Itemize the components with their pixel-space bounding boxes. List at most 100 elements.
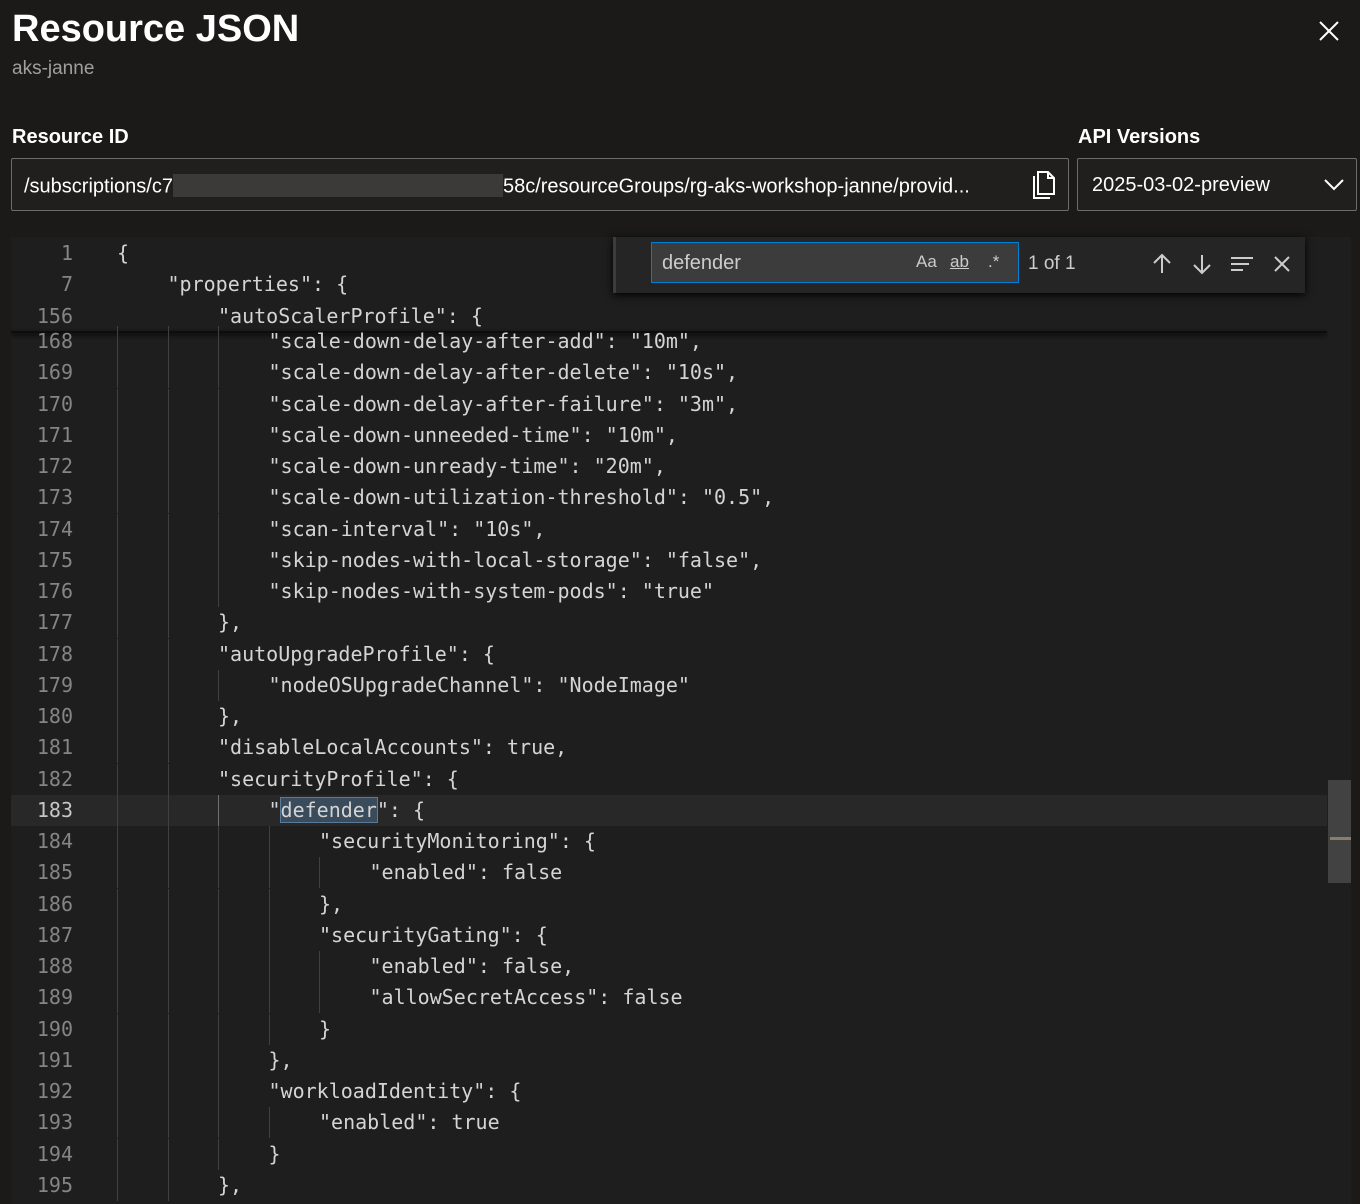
code-line[interactable]: 171 "scale-down-unneeded-time": "10m", [11,419,1327,451]
line-number: 193 [36,1110,73,1135]
line-number: 172 [36,454,73,478]
line-number: 195 [36,1172,73,1197]
indent-guide [218,419,219,451]
code-line[interactable]: 190} [11,1013,1327,1045]
scrollbar-thumb[interactable] [1328,780,1351,883]
resource-id-end: 58c/resourceGroups/rg-aks-workshop-janne… [502,175,970,198]
line-number: 169 [36,360,73,385]
code-line[interactable]: 180}, [11,701,1327,732]
regex-toggle[interactable]: .* [988,252,999,272]
find-in-selection-button[interactable] [1229,251,1255,277]
whole-word-toggle[interactable]: ab [950,252,969,272]
indent-guide [218,576,219,607]
line-number: 184 [36,829,73,853]
code-line[interactable]: 192 "workloadIdentity": { [11,1076,1327,1107]
code-line[interactable]: 170 "scale-down-delay-after-failure": "3m… [11,388,1327,420]
code-line[interactable]: 181 "disableLocalAccounts": true, [11,732,1327,764]
indent-guide [218,544,219,576]
code-text: "enabled": true [319,1110,500,1135]
code-line[interactable]: 177}, [11,607,1327,639]
indent-guide [167,357,169,389]
api-version-selected: 2025-03-02-preview [1092,174,1270,196]
code-text: "autoUpgradeProfile": { [218,641,495,666]
indent-guide [268,826,270,857]
code-text: "scale-down-unneeded-time": "10m", [268,422,678,447]
resource-id-value[interactable]: /subscriptions/c7 58c/resourceGroups/rg-a… [24,174,1024,200]
code-line[interactable]: 179 "nodeOSUpgradeChannel": "NodeImage" [11,669,1327,701]
find-input[interactable]: defender Aa ab .* [651,242,1019,283]
code-text: "scale-down-utilization-threshold": "0.5… [268,485,775,510]
indent-guide [218,388,219,420]
code-line[interactable]: 194} [11,1138,1327,1170]
line-number: 168 [36,329,73,353]
indent-guide [167,576,169,607]
indent-guide [218,1138,219,1170]
code-text: "defender": { [268,796,426,823]
code-line[interactable]: 185 "enabled": false [11,857,1327,889]
indent-guide [167,982,169,1014]
code-line[interactable]: 169 "scale-down-delay-after-delete": "10s… [11,357,1327,389]
previous-match-button[interactable] [1149,251,1175,277]
code-line[interactable]: 193 "enabled": true [11,1107,1327,1139]
line-number: 176 [36,579,73,603]
close-find-button[interactable] [1269,251,1295,277]
indent-guide [167,1076,169,1107]
line-number: 187 [36,922,73,947]
code-line[interactable]: 172 "scale-down-unready-time": "20m", [11,451,1327,482]
code-line[interactable]: 173 "scale-down-utilization-threshold": "… [11,482,1327,514]
match-case-toggle[interactable]: Aa [916,252,937,272]
indent-guide [167,388,169,420]
copy-icon [1033,171,1055,199]
indent-guide [167,544,169,576]
code-line[interactable]: 182 "securityProfile": { [11,763,1327,795]
code-text: "scale-down-delay-after-add": "10m", [268,329,702,353]
match-count: 1 of 1 [1028,253,1076,274]
json-editor[interactable]: 1{7 "properties": {156 "autoScalerProfile"… [11,237,1351,1204]
page-title: Resource JSON [12,8,300,50]
indent-guide [218,888,219,920]
code-line[interactable]: 184 "securityMonitoring": { [11,826,1327,857]
code-line[interactable]: 175 "skip-nodes-with-local-storage": "fal… [11,544,1327,576]
code-text: "properties": { [167,272,349,297]
indent-guide [218,326,219,357]
next-match-button[interactable] [1189,251,1215,277]
close-button[interactable] [1312,14,1346,48]
code-line[interactable]: 183 "defender": { [11,794,1327,826]
code-text: "enabled": false [369,860,563,885]
code-line[interactable]: 188 "enabled": false, [11,951,1327,982]
code-text: "nodeOSUpgradeChannel": "NodeImage" [268,672,690,697]
code-line[interactable]: 176 "skip-nodes-with-system-pods": "true" [11,576,1327,607]
code-text: } [268,1141,281,1166]
code-line[interactable]: 174 "scan-interval": "10s", [11,513,1327,545]
indent-guide [218,919,219,951]
indent-guide [218,669,219,701]
indent-guide [218,1044,219,1076]
indent-guide [117,513,118,545]
indent-guide [218,1076,219,1107]
indent-guide [218,482,219,514]
indent-guide [167,1107,169,1139]
indent-guide [167,669,169,701]
indent-guide [268,857,270,889]
resource-id-field[interactable]: /subscriptions/c7 58c/resourceGroups/rg-a… [11,158,1069,211]
code-line[interactable]: 178 "autoUpgradeProfile": { [11,638,1327,670]
find-query: defender [662,252,741,274]
code-line[interactable]: 187 "securityGating": { [11,919,1327,951]
indent-guide [218,357,219,389]
line-number: 180 [36,704,73,728]
code-text: "scale-down-delay-after-delete": "10s", [268,360,739,385]
indent-guide [167,857,169,889]
indent-guide [117,919,118,951]
code-line[interactable]: 195}, [11,1169,1327,1201]
indent-guide [167,326,169,357]
code-line[interactable]: 186}, [11,888,1327,920]
code-text: }, [218,610,243,635]
code-line[interactable]: 189 "allowSecretAccess": false [11,982,1327,1014]
vertical-scrollbar[interactable] [1328,237,1351,1204]
indent-guide [319,982,320,1014]
code-line[interactable]: 168 "scale-down-delay-after-add": "10m", [11,326,1327,357]
indent-guide [167,482,169,514]
copy-button[interactable] [1030,171,1058,201]
api-versions-dropdown[interactable]: 2025-03-02-preview [1077,158,1357,211]
code-line[interactable]: 191}, [11,1044,1327,1076]
